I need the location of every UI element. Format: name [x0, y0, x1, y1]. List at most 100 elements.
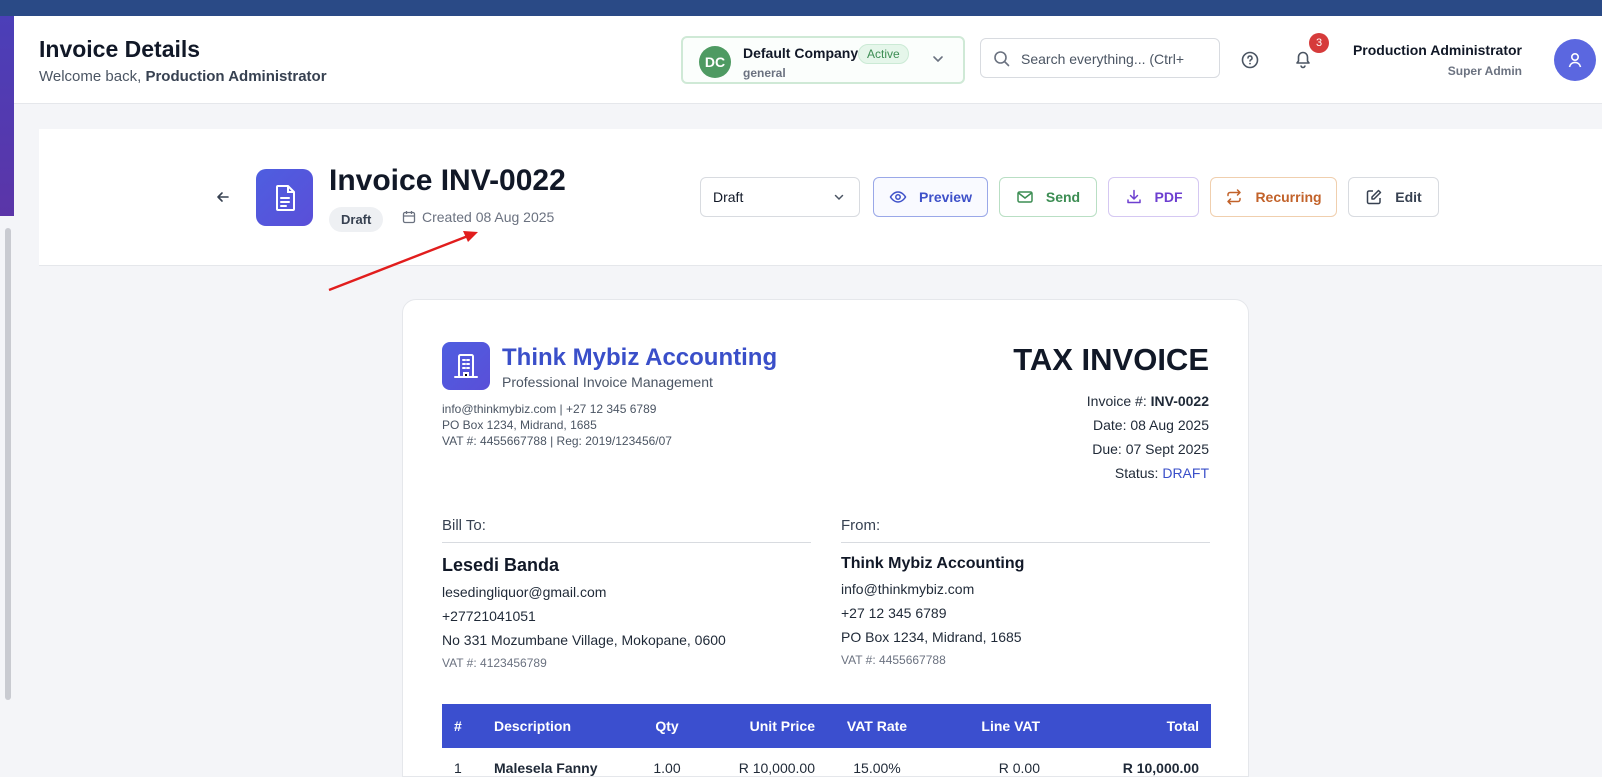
- mail-icon: [1017, 191, 1033, 203]
- invoice-meta: Invoice #: INV-0022 Date: 08 Aug 2025 Du…: [1087, 389, 1209, 485]
- send-button[interactable]: Send: [999, 177, 1097, 217]
- page-scrollbar[interactable]: [5, 228, 11, 700]
- column-header: Unit Price: [702, 704, 827, 748]
- bill-to-section: Bill To: Lesedi Banda lesedingliquor@gma…: [442, 517, 811, 670]
- welcome-prefix: Welcome back,: [39, 68, 146, 85]
- cell-total: R 10,000.00: [1122, 760, 1199, 776]
- status-badge: Draft: [329, 207, 384, 232]
- cell-unit-price: R 10,000.00: [738, 760, 815, 776]
- brand-contact-line: PO Box 1234, Midrand, 1685: [442, 418, 597, 432]
- top-strip: [0, 0, 1602, 16]
- back-arrow-icon[interactable]: [215, 189, 231, 205]
- preview-label: Preview: [919, 189, 972, 205]
- from-section: From: Think Mybiz Accounting info@thinkm…: [841, 517, 1210, 667]
- column-header: Qty: [632, 704, 702, 748]
- notification-count-badge: 3: [1309, 33, 1329, 53]
- search-icon: [994, 51, 1010, 67]
- edit-label: Edit: [1395, 189, 1422, 205]
- global-search[interactable]: [980, 38, 1220, 78]
- chevron-down-icon: [933, 56, 943, 63]
- user-name: Production Administrator: [1352, 42, 1522, 58]
- user-avatar[interactable]: [1554, 39, 1596, 81]
- recurring-label: Recurring: [1255, 189, 1322, 205]
- customer-vat: VAT #: 4123456789: [442, 656, 547, 670]
- seller-name: Think Mybiz Accounting: [841, 555, 1025, 572]
- customer-address: No 331 Mozumbane Village, Mokopane, 0600: [442, 632, 726, 648]
- welcome-user: Production Administrator: [145, 68, 327, 85]
- eye-icon: [889, 191, 907, 203]
- user-role: Super Admin: [1447, 64, 1522, 78]
- search-input[interactable]: [1021, 48, 1211, 70]
- seller-phone: +27 12 345 6789: [841, 605, 947, 621]
- line-items-table: # Description Qty Unit Price VAT Rate Li…: [442, 704, 1211, 777]
- column-header: Total: [1052, 704, 1211, 748]
- brand-contact-line: info@thinkmybiz.com | +27 12 345 6789: [442, 402, 657, 416]
- recurring-button[interactable]: Recurring: [1210, 177, 1337, 217]
- invoice-document: Think Mybiz Accounting Professional Invo…: [402, 299, 1249, 777]
- column-header: #: [442, 704, 482, 748]
- brand-contact: info@thinkmybiz.com | +27 12 345 6789 PO…: [442, 401, 672, 449]
- invoice-status: DRAFT: [1162, 465, 1209, 481]
- column-header: Description: [482, 704, 632, 748]
- invoice-number-line: Invoice #: INV-0022: [1087, 389, 1209, 413]
- table-row: 1 Malesela Fanny 1.00 R 10,000.00 15.00%…: [442, 748, 1211, 777]
- customer-phone: +27721041051: [442, 608, 536, 624]
- cell-description: Malesela Fanny: [494, 760, 598, 776]
- invoice-number-label: Invoice #:: [1086, 393, 1151, 409]
- company-status-badge: Active: [858, 44, 909, 64]
- created-date: Created 08 Aug 2025: [402, 209, 554, 225]
- customer-name: Lesedi Banda: [442, 555, 560, 575]
- invoice-title: Invoice INV-0022: [329, 164, 566, 197]
- cell-index: 1: [454, 760, 462, 776]
- calendar-icon: [402, 211, 416, 224]
- document-icon: [275, 184, 295, 211]
- welcome-message: Welcome back, Production Administrator: [39, 68, 327, 85]
- created-date-text: Created 08 Aug 2025: [422, 209, 555, 225]
- invoice-number: INV-0022: [1150, 393, 1209, 409]
- from-label: From:: [841, 517, 1210, 543]
- edit-icon: [1367, 189, 1382, 205]
- pdf-button[interactable]: PDF: [1108, 177, 1199, 217]
- invoice-status-line: Status: DRAFT: [1087, 461, 1209, 485]
- seller-address: PO Box 1234, Midrand, 1685: [841, 629, 1022, 645]
- company-name: Default Company: [743, 45, 859, 61]
- seller-email: info@thinkmybiz.com: [841, 581, 975, 597]
- app-header: Invoice Details Welcome back, Production…: [14, 16, 1602, 104]
- cell-line-vat: R 0.00: [998, 760, 1040, 776]
- edit-button[interactable]: Edit: [1348, 177, 1439, 217]
- repeat-icon: [1227, 189, 1242, 205]
- company-avatar: DC: [699, 46, 731, 78]
- brand-contact-line: VAT #: 4455667788 | Reg: 2019/123456/07: [442, 434, 672, 448]
- download-icon: [1126, 189, 1141, 204]
- cell-vat-rate: 15.00%: [853, 760, 901, 776]
- bell-icon[interactable]: [1292, 48, 1314, 70]
- page-title: Invoice Details: [39, 36, 201, 62]
- invoice-due-date: Due: 07 Sept 2025: [1092, 441, 1209, 457]
- invoice-status-label: Status:: [1114, 465, 1163, 481]
- seller-vat: VAT #: 4455667788: [841, 653, 946, 667]
- table-header-row: # Description Qty Unit Price VAT Rate Li…: [442, 704, 1211, 748]
- brand-logo-tile: [442, 342, 490, 390]
- column-header: VAT Rate: [827, 704, 927, 748]
- user-icon: [1568, 52, 1582, 68]
- status-select[interactable]: Draft: [700, 177, 860, 217]
- company-switcher[interactable]: DC Default Company Active general: [681, 36, 965, 84]
- brand-tagline: Professional Invoice Management: [502, 374, 713, 390]
- preview-button[interactable]: Preview: [873, 177, 988, 217]
- company-subtitle: general: [743, 66, 786, 80]
- bill-to-label: Bill To:: [442, 517, 811, 543]
- status-select-value: Draft: [713, 189, 744, 205]
- chevron-down-icon: [834, 194, 844, 201]
- pdf-label: PDF: [1154, 189, 1183, 205]
- customer-email: lesedingliquor@gmail.com: [442, 584, 607, 600]
- column-header: Line VAT: [927, 704, 1052, 748]
- building-icon: [454, 354, 478, 378]
- brand-name: Think Mybiz Accounting: [502, 344, 778, 371]
- send-label: Send: [1045, 189, 1081, 205]
- invoice-toolbar: Invoice INV-0022 Draft Created 08 Aug 20…: [39, 129, 1602, 266]
- invoice-doc-tile: [256, 169, 313, 226]
- help-icon[interactable]: [1240, 50, 1260, 70]
- cell-qty: 1.00: [653, 760, 681, 776]
- document-title: TAX INVOICE: [1013, 342, 1209, 377]
- sidebar-edge: [0, 16, 14, 216]
